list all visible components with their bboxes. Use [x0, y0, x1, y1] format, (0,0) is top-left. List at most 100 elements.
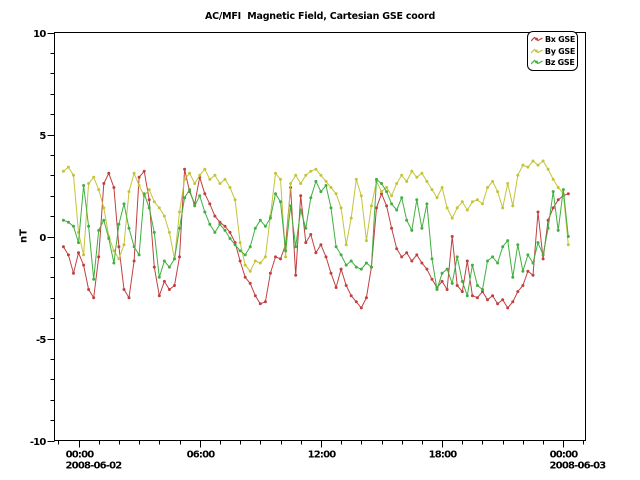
data-point [163, 215, 166, 218]
data-point [410, 170, 413, 173]
data-point [370, 266, 373, 269]
data-point [521, 270, 524, 273]
data-point [168, 231, 171, 234]
data-point [148, 198, 151, 201]
data-point [496, 262, 499, 265]
data-point [380, 182, 383, 185]
data-point [567, 243, 570, 246]
data-point [249, 245, 252, 248]
data-point [133, 245, 136, 248]
data-point [330, 272, 333, 275]
data-point [415, 176, 418, 179]
data-point [284, 249, 287, 252]
data-point [309, 233, 312, 236]
data-point [72, 272, 75, 275]
data-point [441, 186, 444, 189]
data-point [395, 182, 398, 185]
data-point [335, 192, 338, 195]
data-point [213, 215, 216, 218]
data-point [62, 219, 65, 222]
data-point [183, 196, 186, 199]
data-point [461, 290, 464, 293]
data-point [436, 288, 439, 291]
legend-line-sample [531, 59, 543, 66]
data-point [547, 227, 550, 230]
data-point [410, 229, 413, 232]
data-point [153, 231, 156, 234]
data-point [496, 190, 499, 193]
data-point [516, 290, 519, 293]
data-point [213, 174, 216, 177]
data-point [491, 294, 494, 297]
data-point [385, 186, 388, 189]
data-point [269, 217, 272, 220]
data-point [471, 200, 474, 203]
data-point [506, 239, 509, 242]
data-point [476, 296, 479, 299]
data-point [451, 235, 454, 238]
data-point [82, 253, 85, 256]
data-point [178, 211, 181, 214]
data-point [511, 300, 514, 303]
data-point [314, 168, 317, 171]
x-date-label: 2008-06-03 [550, 461, 607, 472]
data-point [486, 186, 489, 189]
data-point [107, 172, 110, 175]
data-point [188, 172, 191, 175]
data-point [112, 186, 115, 189]
data-point [82, 264, 85, 267]
data-point [420, 262, 423, 265]
data-point [62, 245, 65, 248]
data-point [259, 302, 262, 305]
data-point [375, 178, 378, 181]
data-point [521, 164, 524, 167]
data-point [557, 186, 560, 189]
data-point [395, 209, 398, 212]
data-point [552, 206, 555, 209]
data-point [168, 288, 171, 291]
data-point [537, 211, 540, 214]
data-point [511, 204, 514, 207]
data-point [466, 294, 469, 297]
data-point [410, 260, 413, 263]
data-point [425, 180, 428, 183]
data-point [208, 223, 211, 226]
legend-line-sample [531, 36, 543, 43]
data-point [431, 188, 434, 191]
data-point [279, 257, 282, 260]
data-point [158, 276, 161, 279]
data-point [264, 300, 267, 303]
x-date-label: 2008-06-02 [66, 461, 123, 472]
data-point [309, 196, 312, 199]
data-point [274, 172, 277, 175]
data-point [153, 200, 156, 203]
data-point [340, 268, 343, 271]
data-point [128, 190, 131, 193]
data-point [314, 180, 317, 183]
data-point [446, 268, 449, 271]
data-point [526, 166, 529, 169]
data-point [82, 184, 85, 187]
data-point [365, 262, 368, 265]
data-point [309, 170, 312, 173]
y-tick-label: 0 [39, 233, 46, 244]
data-point [390, 194, 393, 197]
data-point [138, 176, 141, 179]
x-tick-label: 00:00 [550, 450, 579, 461]
data-point [188, 188, 191, 191]
data-point [72, 174, 75, 177]
data-point [234, 243, 237, 246]
data-point [537, 164, 540, 167]
data-point [112, 262, 115, 265]
data-point [97, 229, 100, 232]
data-point [501, 298, 504, 301]
data-point [319, 243, 322, 246]
data-point [355, 300, 358, 303]
data-point [456, 206, 459, 209]
data-point [249, 282, 252, 285]
data-point [77, 251, 80, 254]
data-point [441, 280, 444, 283]
data-point [239, 260, 242, 263]
data-point [289, 182, 292, 185]
data-point [415, 198, 418, 201]
